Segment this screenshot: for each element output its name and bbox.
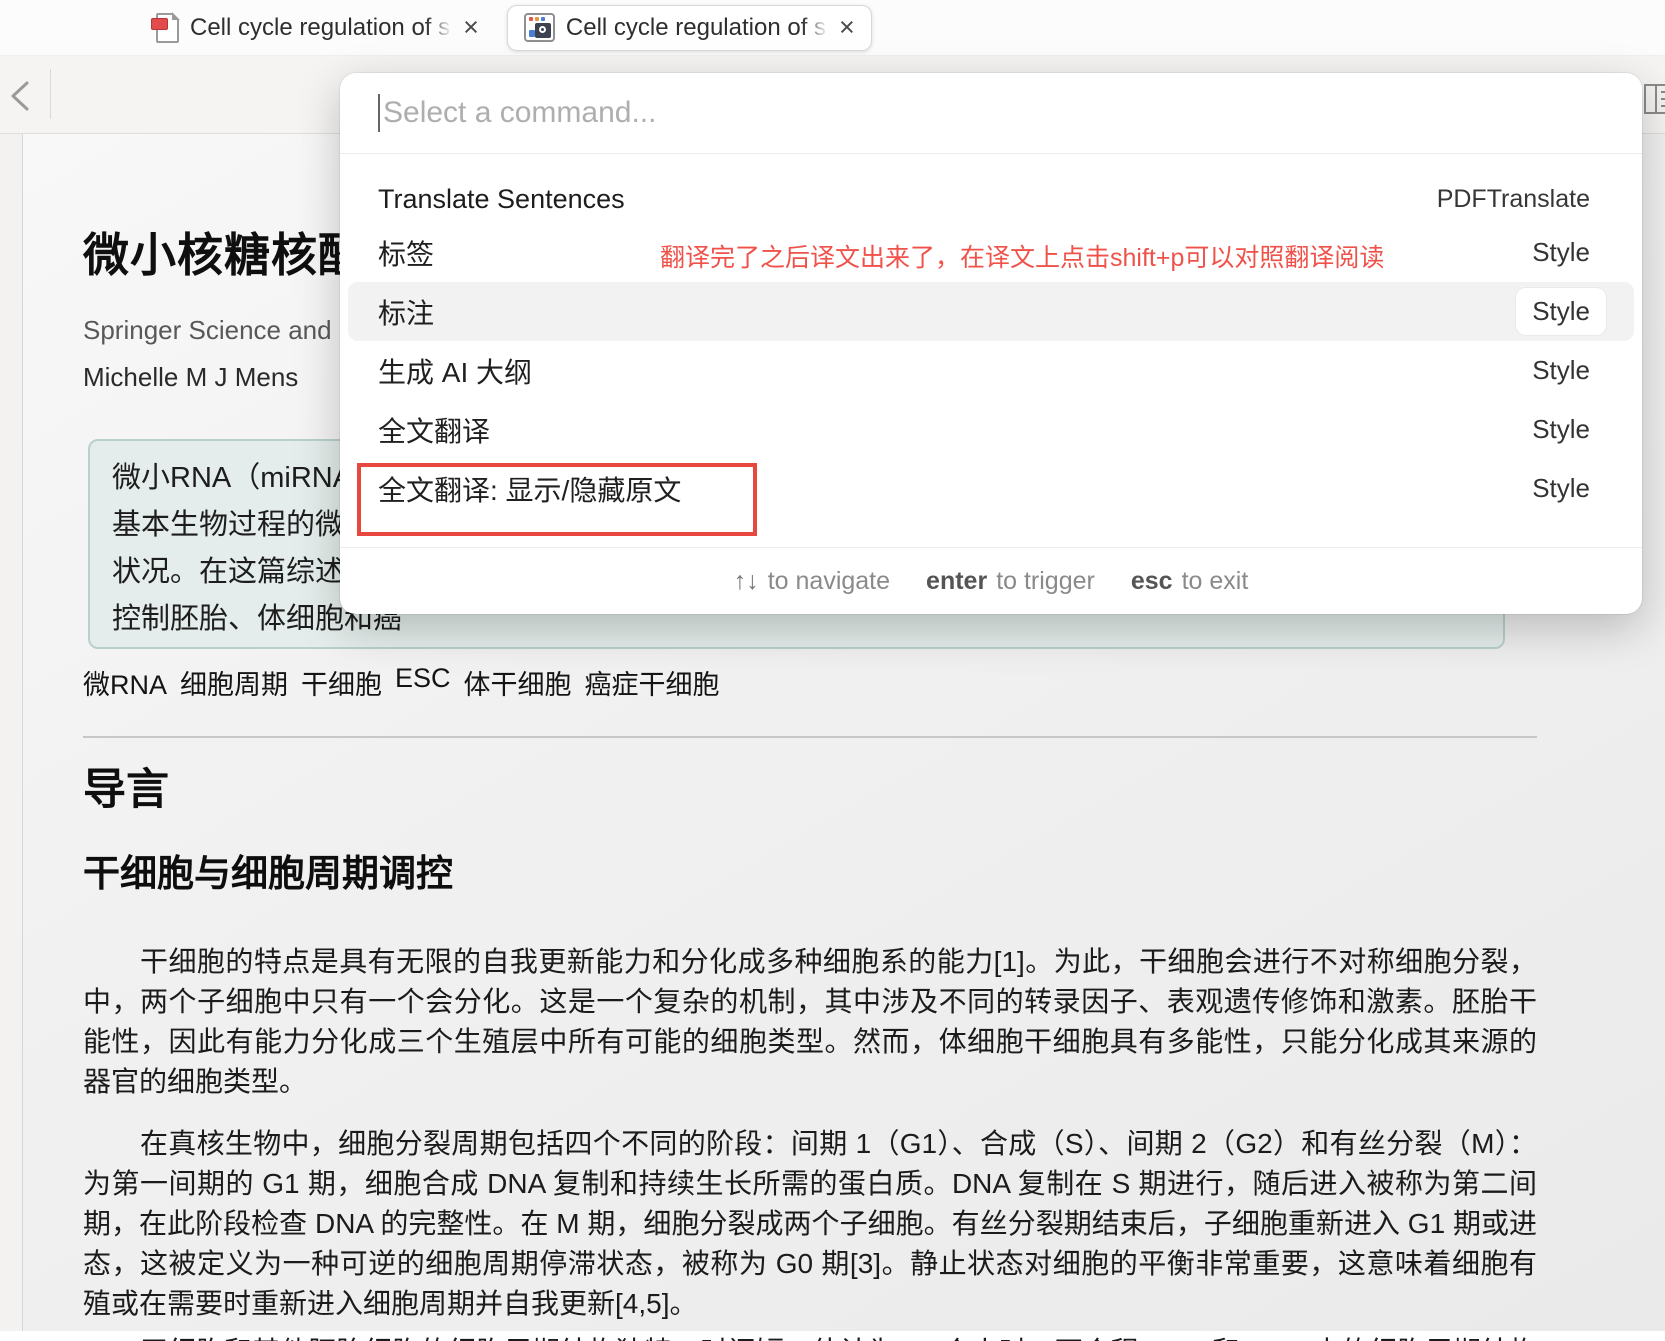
group-label: Translate Sentences bbox=[378, 184, 625, 215]
paragraph-line: 器官的细胞类型。 bbox=[83, 1062, 1537, 1102]
tab-pdf-document[interactable]: Cell cycle regulation of s × bbox=[140, 5, 495, 51]
web-page-icon bbox=[524, 13, 555, 42]
group-source-label: PDFTranslate bbox=[1437, 185, 1590, 214]
clipped-paragraph-line: 干细胞和其他胚胎细胞的细胞周期结构独特，时间短，估计为 10 个小时。两个程 E… bbox=[83, 1332, 1537, 1341]
keyword: 细胞周期 bbox=[180, 663, 288, 702]
paragraph: 在真核生物中，细胞分裂周期包括四个不同的阶段：间期 1（G1）、合成（S）、间期… bbox=[83, 1124, 1537, 1324]
keywords-line: 微RNA 细胞周期 干细胞 ESC 体干细胞 癌症干细胞 bbox=[83, 663, 1537, 702]
command-item-full-translation[interactable]: 全文翻译 Style bbox=[348, 400, 1634, 459]
keyword: 癌症干细胞 bbox=[585, 663, 720, 702]
command-group-header: Translate Sentences PDFTranslate bbox=[340, 154, 1642, 223]
arrow-keys-icon: ↑↓ bbox=[734, 567, 759, 596]
enter-key-label: enter bbox=[926, 567, 987, 596]
paragraph-line: 在真核生物中，细胞分裂周期包括四个不同的阶段：间期 1（G1）、合成（S）、间期… bbox=[83, 1124, 1537, 1164]
command-item-label: 生成 AI 大纲 bbox=[378, 351, 532, 391]
paragraph-line: 能性，因此有能力分化成三个生殖层中所有可能的细胞类型。然而，体细胞干细胞具有多能… bbox=[83, 1022, 1537, 1062]
command-item-toggle-original[interactable]: 全文翻译: 显示/隐藏原文 Style bbox=[348, 459, 1634, 518]
toolbar-divider bbox=[50, 69, 51, 119]
command-item-ai-outline[interactable]: 生成 AI 大纲 Style bbox=[348, 341, 1634, 400]
style-button[interactable]: Style bbox=[1532, 237, 1590, 268]
palette-footer: ↑↓ to navigate enter to trigger esc to e… bbox=[340, 547, 1642, 614]
command-item-label: 标签 bbox=[378, 233, 434, 273]
paragraph-line: 干细胞的特点是具有无限的自我更新能力和分化成多种细胞系的能力[1]。为此，干细胞… bbox=[83, 942, 1537, 982]
paragraph: 干细胞的特点是具有无限的自我更新能力和分化成多种细胞系的能力[1]。为此，干细胞… bbox=[83, 942, 1537, 1102]
tab-bar: Cell cycle regulation of s × Cell cycle … bbox=[0, 0, 1665, 56]
section-divider bbox=[83, 736, 1537, 738]
footer-hint-trigger: enter to trigger bbox=[926, 567, 1095, 596]
command-input-placeholder: Select a command... bbox=[383, 96, 656, 130]
tab-title: Cell cycle regulation of s bbox=[566, 14, 826, 42]
command-item-label: 全文翻译 bbox=[378, 410, 490, 450]
paragraph-line: 态，这被定义为一种可逆的细胞周期停滞状态，被称为 G0 期[3]。静止状态对细胞… bbox=[83, 1244, 1537, 1284]
footer-hint-navigate: ↑↓ to navigate bbox=[734, 567, 890, 596]
section-heading: 导言 bbox=[83, 764, 1537, 816]
chevron-left-icon bbox=[7, 79, 33, 113]
command-item-label: 全文翻译: 显示/隐藏原文 bbox=[378, 469, 681, 509]
back-button[interactable] bbox=[6, 78, 34, 114]
clipped-paragraph: 干细胞和其他胚胎细胞的细胞周期结构独特，时间短，估计为 10 个小时。两个程 E… bbox=[83, 1332, 1537, 1341]
keyword: 干细胞 bbox=[301, 663, 382, 702]
style-button[interactable]: Style bbox=[1532, 355, 1590, 386]
keyword: ESC bbox=[395, 663, 451, 702]
command-item-label: 标注 bbox=[378, 292, 434, 332]
paragraph-line: 中，两个子细胞中只有一个会分化。这是一个复杂的机制，其中涉及不同的转录因子、表观… bbox=[83, 982, 1537, 1022]
left-rail bbox=[0, 134, 23, 1331]
sidebar-toggle-icon[interactable] bbox=[1644, 84, 1665, 114]
style-button[interactable]: Style bbox=[1532, 473, 1590, 504]
close-tab-icon[interactable]: × bbox=[463, 14, 479, 41]
close-tab-icon[interactable]: × bbox=[839, 14, 855, 41]
pdf-file-icon bbox=[156, 13, 179, 43]
tab-web-document[interactable]: Cell cycle regulation of s × bbox=[507, 5, 872, 51]
tab-title: Cell cycle regulation of s bbox=[190, 14, 450, 42]
style-button[interactable]: Style bbox=[1516, 288, 1606, 335]
subsection-heading: 干细胞与细胞周期调控 bbox=[83, 852, 1537, 896]
footer-hint-exit: esc to exit bbox=[1131, 567, 1248, 596]
esc-key-label: esc bbox=[1131, 567, 1173, 596]
command-input[interactable]: Select a command... bbox=[340, 73, 1642, 154]
keyword: 微RNA bbox=[83, 663, 167, 702]
paragraph-line: 为第一间期的 G1 期，细胞合成 DNA 复制和持续生长所需的蛋白质。DNA 复… bbox=[83, 1164, 1537, 1204]
command-palette: Select a command... Translate Sentences … bbox=[340, 73, 1642, 614]
command-item-annotate[interactable]: 标注 Style bbox=[348, 282, 1634, 341]
paragraph-line: 期，在此阶段检查 DNA 的完整性。在 M 期，细胞分裂成两个子细胞。有丝分裂期… bbox=[83, 1204, 1537, 1244]
keyword: 体干细胞 bbox=[464, 663, 572, 702]
style-button[interactable]: Style bbox=[1532, 414, 1590, 445]
text-cursor bbox=[378, 94, 380, 132]
paragraph-line: 殖或在需要时重新进入细胞周期并自我更新[4,5]。 bbox=[83, 1284, 1537, 1324]
annotation-note: 翻译完了之后译文出来了，在译文上点击shift+p可以对照翻译阅读 bbox=[660, 238, 1384, 274]
